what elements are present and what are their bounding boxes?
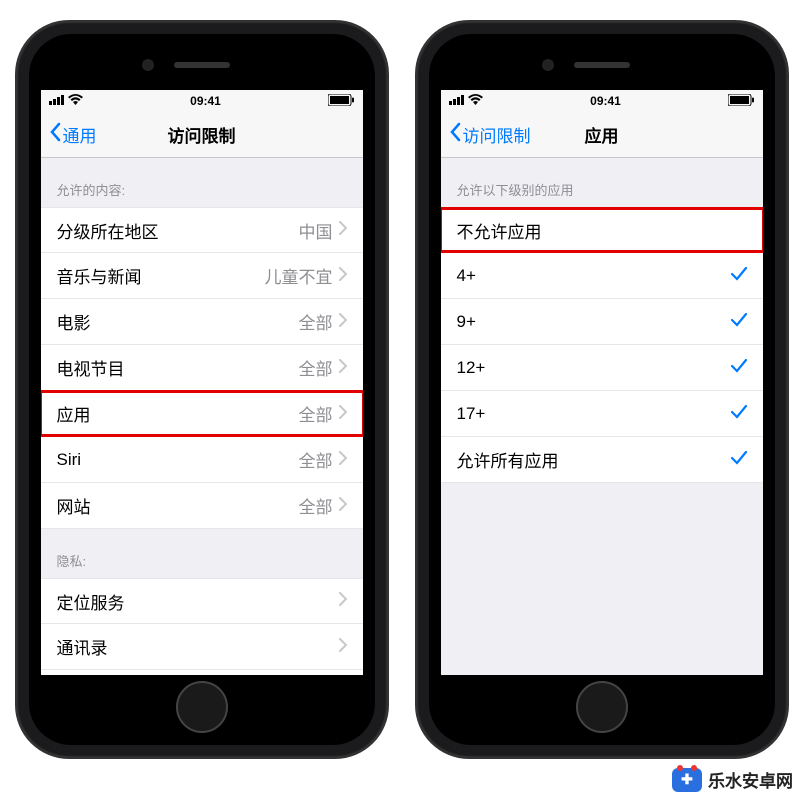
- home-button[interactable]: [576, 681, 628, 733]
- check-icon: [731, 357, 747, 378]
- row-label: 9+: [457, 312, 476, 332]
- chevron-right-icon: [339, 266, 347, 286]
- list-row[interactable]: 允许所有应用: [441, 437, 763, 483]
- list-row[interactable]: 日历: [41, 670, 363, 675]
- back-label: 访问限制: [463, 122, 531, 147]
- check-icon: [731, 449, 747, 470]
- list-row[interactable]: 应用 全部: [41, 391, 363, 437]
- row-value: 儿童不宜: [265, 263, 333, 288]
- chevron-right-icon: [339, 450, 347, 470]
- row-label: 允许所有应用: [457, 447, 559, 472]
- list-row[interactable]: 电视节目 全部: [41, 345, 363, 391]
- list-row[interactable]: 电影 全部: [41, 299, 363, 345]
- chevron-right-icon: [339, 220, 347, 240]
- chevron-left-icon: [49, 122, 61, 147]
- chevron-right-icon: [339, 496, 347, 516]
- chevron-right-icon: [339, 404, 347, 424]
- list-row[interactable]: 9+: [441, 299, 763, 345]
- row-label: 音乐与新闻: [57, 263, 142, 288]
- row-label: 分级所在地区: [57, 218, 159, 243]
- home-button[interactable]: [176, 681, 228, 733]
- wifi-icon: [468, 94, 483, 108]
- row-label: 17+: [457, 404, 486, 424]
- section-header-apps: 允许以下级别的应用: [441, 158, 763, 207]
- nav-title: 访问限制: [168, 122, 236, 147]
- row-label: 通讯录: [57, 634, 108, 659]
- watermark: ✚ 乐水安卓网: [672, 767, 793, 792]
- wifi-icon: [68, 94, 83, 108]
- back-button[interactable]: 通用: [49, 122, 97, 147]
- status-time: 09:41: [590, 94, 621, 108]
- list-row[interactable]: 4+: [441, 253, 763, 299]
- list-row[interactable]: 分级所在地区 中国: [41, 207, 363, 253]
- row-label: 电影: [57, 309, 91, 334]
- row-value: 中国: [299, 218, 333, 243]
- back-button[interactable]: 访问限制: [449, 122, 531, 147]
- list-row[interactable]: 17+: [441, 391, 763, 437]
- row-label: 定位服务: [57, 589, 125, 614]
- chevron-left-icon: [449, 122, 461, 147]
- list-row[interactable]: 通讯录: [41, 624, 363, 670]
- list-row[interactable]: 12+: [441, 345, 763, 391]
- row-value: 全部: [299, 355, 333, 380]
- list-row[interactable]: 定位服务: [41, 578, 363, 624]
- row-label: 电视节目: [57, 355, 125, 380]
- row-label: 应用: [57, 401, 91, 426]
- list-row[interactable]: 音乐与新闻 儿童不宜: [41, 253, 363, 299]
- back-label: 通用: [63, 122, 97, 147]
- row-value: 全部: [299, 447, 333, 472]
- list-row[interactable]: 网站 全部: [41, 483, 363, 529]
- battery-icon: [328, 94, 354, 109]
- nav-bar: 访问限制 应用: [441, 112, 763, 158]
- chevron-right-icon: [339, 358, 347, 378]
- nav-title: 应用: [585, 122, 619, 147]
- watermark-icon: ✚: [672, 768, 702, 792]
- row-label: 网站: [57, 493, 91, 518]
- chevron-right-icon: [339, 312, 347, 332]
- signal-icon: [49, 94, 65, 108]
- watermark-text: 乐水安卓网: [708, 767, 793, 792]
- section-header-content: 允许的内容:: [41, 158, 363, 207]
- battery-icon: [728, 94, 754, 109]
- signal-icon: [449, 94, 465, 108]
- chevron-right-icon: [339, 591, 347, 611]
- row-label: 不允许应用: [457, 218, 542, 243]
- status-time: 09:41: [190, 94, 221, 108]
- check-icon: [731, 311, 747, 332]
- list-row[interactable]: Siri 全部: [41, 437, 363, 483]
- nav-bar: 通用 访问限制: [41, 112, 363, 158]
- row-label: 4+: [457, 266, 476, 286]
- status-bar: 09:41: [441, 90, 763, 112]
- chevron-right-icon: [339, 637, 347, 657]
- check-icon: [731, 265, 747, 286]
- phone-right: 09:41 访问限制 应用 允许以下级别的应用: [417, 22, 787, 757]
- row-value: 全部: [299, 493, 333, 518]
- row-label: 12+: [457, 358, 486, 378]
- list-row[interactable]: 不允许应用: [441, 207, 763, 253]
- row-label: Siri: [57, 450, 82, 470]
- section-header-privacy: 隐私:: [41, 529, 363, 578]
- status-bar: 09:41: [41, 90, 363, 112]
- check-icon: [731, 403, 747, 424]
- phone-left: 09:41 通用 访问限制 允许的内容: 分级所: [17, 22, 387, 757]
- row-value: 全部: [299, 309, 333, 334]
- row-value: 全部: [299, 401, 333, 426]
